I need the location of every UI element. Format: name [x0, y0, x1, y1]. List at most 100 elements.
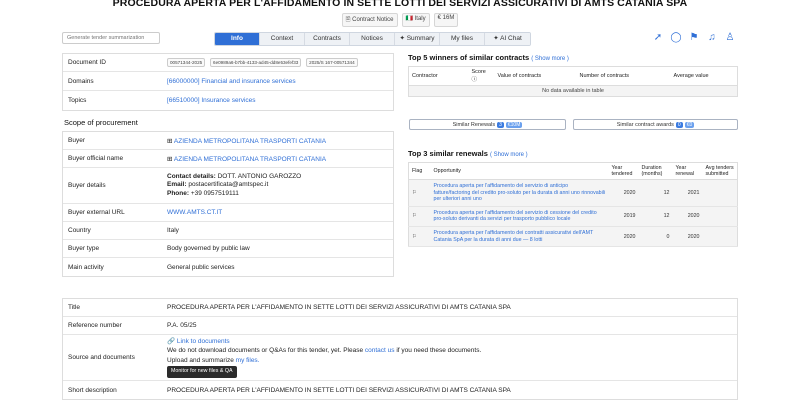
domains-link[interactable]: [66000000] Financial and insurance servi… — [167, 78, 296, 85]
table-row: ⚐ Procedura aperta per l'affidamento dei… — [408, 226, 738, 248]
short-desc-value: PROCEDURA APERTA PER L'AFFIDAMENTO IN SE… — [167, 386, 511, 394]
column-header[interactable]: Year renewal — [672, 162, 703, 180]
summarization-input[interactable] — [62, 32, 160, 44]
buyer-details-label: Buyer details — [68, 182, 106, 189]
buyer-type-value: Body governed by public law — [167, 245, 250, 252]
country-row: Country Italy — [63, 222, 393, 240]
building-icon: ⊞ — [167, 137, 173, 145]
reference-value: P.A. 05/25 — [167, 322, 197, 329]
document-id-row: Document ID 00571344-2025 6e0989a6-b7bb-… — [63, 54, 393, 72]
comment-icon[interactable]: ◯ — [670, 32, 682, 43]
opportunity-link[interactable]: Procedura aperta per l'affidamento del s… — [430, 206, 609, 228]
phone-label: Phone: — [167, 189, 190, 197]
country-label: Country — [68, 227, 91, 234]
renewals-header-row: Flag Opportunity Year tendered Duration … — [408, 162, 738, 180]
tab-ai-chat[interactable]: ✦ AI Chat — [485, 33, 530, 45]
main-activity-label: Main activity — [68, 263, 104, 271]
tab-context[interactable]: Context — [260, 33, 305, 45]
column-header[interactable]: Avg tenders submitted — [702, 162, 738, 180]
source-row: Source and documents 🔗 Link to documents… — [63, 335, 737, 381]
action-toolbar: ➚ ◯ ⚑ ♫ ♙ — [652, 32, 736, 43]
tab-info[interactable]: Info — [215, 33, 260, 45]
year-tendered: 2019 — [608, 206, 639, 228]
notice-type-badge: 🗎 Contract Notice — [341, 13, 398, 27]
my-files-link[interactable]: my files. — [236, 357, 260, 364]
opportunity-link[interactable]: Procedura aperta per l'affidamento dei c… — [430, 226, 609, 248]
column-header[interactable]: Average value — [670, 66, 738, 86]
tab-contracts[interactable]: Contracts — [305, 33, 350, 45]
buyer-label: Buyer — [68, 137, 85, 144]
topics-link[interactable]: [66510000] Insurance services — [167, 97, 256, 104]
duration-months: 12 — [638, 206, 673, 228]
flag-icon[interactable]: ⚑ — [688, 32, 700, 43]
no-download-text: We do not download documents or Q&As for… — [167, 347, 364, 355]
column-header[interactable]: Number of contracts — [576, 66, 671, 86]
duration-months: 0 — [638, 226, 673, 248]
column-header[interactable]: Duration (months) — [638, 162, 673, 180]
sparkle-icon: ✦ — [399, 35, 405, 42]
buyer-details-row: Buyer details Contact details: DOTT. ANT… — [63, 168, 393, 204]
buyer-official-row: Buyer official name ⊞ AZIENDA METROPOLIT… — [63, 150, 393, 168]
column-header[interactable]: Value of contracts — [494, 66, 577, 86]
info-table: Document ID 00571344-2025 6e0989a6-b7bb-… — [62, 53, 394, 111]
flag-icon[interactable]: ⚐ — [408, 206, 431, 228]
avg-tenders — [702, 206, 738, 228]
tab-summary-label: Summary — [406, 35, 435, 42]
reference-row: Reference number P.A. 05/25 — [63, 317, 737, 335]
similar-renewals-count: 3 — [497, 121, 504, 128]
column-header[interactable]: Year tendered — [608, 162, 639, 180]
similar-renewals-button[interactable]: Similar Renewals 3 €10M — [409, 119, 566, 130]
similar-awards-label: Similar contract awards — [616, 121, 674, 128]
phone-value: +39 0957519111 — [190, 189, 239, 197]
column-header[interactable]: Contractor — [408, 66, 469, 86]
buyer-type-label: Buyer type — [68, 245, 100, 252]
contact-us-link[interactable]: contact us — [365, 347, 395, 354]
flag-icon[interactable]: ⚐ — [408, 179, 431, 207]
main-activity-value: General public services — [167, 263, 235, 271]
main-activity-row: Main activity General public services — [63, 258, 393, 276]
bell-icon[interactable]: ♫ — [706, 32, 718, 43]
column-header[interactable]: Flag — [408, 162, 431, 180]
buyer-official-link[interactable]: AZIENDA METROPOLITANA TRASPORTI CATANIA — [174, 156, 326, 163]
tab-notices[interactable]: Notices — [350, 33, 395, 45]
source-label: Source and documents — [68, 354, 135, 361]
similar-renewals-value: €10M — [505, 121, 523, 128]
email-value[interactable]: postacertificata@amtspec.it — [188, 181, 268, 188]
winners-show-more[interactable]: ( Show more ) — [531, 56, 569, 62]
email-label: Email: — [167, 181, 187, 189]
winners-title: Top 5 winners of similar contracts ( Sho… — [408, 53, 569, 62]
column-header[interactable]: Score ⓘ — [468, 66, 495, 86]
title-row: Title PROCEDURA APERTA PER L'AFFIDAMENTO… — [63, 299, 737, 317]
add-user-icon[interactable]: ♙ — [724, 32, 736, 43]
contact-label: Contact details: — [167, 172, 216, 180]
opportunity-link[interactable]: Procedura aperta per l'affidamento del s… — [430, 179, 609, 207]
info-icon: ⓘ — [471, 77, 478, 83]
sparkle-icon: ✦ — [493, 35, 499, 42]
external-url-row: Buyer external URL WWW.AMTS.CT.IT — [63, 204, 393, 222]
flag-icon[interactable]: ⚐ — [408, 226, 431, 248]
share-icon[interactable]: ➚ — [652, 32, 664, 43]
year-renewal: 2020 — [672, 226, 703, 248]
avg-tenders — [702, 226, 738, 248]
external-url-link[interactable]: WWW.AMTS.CT.IT — [167, 209, 222, 216]
similar-awards-button[interactable]: Similar contract awards 0 €0 — [573, 119, 738, 130]
tab-my-files[interactable]: My files — [440, 33, 485, 45]
title-label: Title — [68, 304, 81, 311]
tab-ai-chat-label: AI Chat — [500, 35, 522, 42]
document-id-chip[interactable]: 2025/S 167-00571344 — [306, 58, 358, 67]
buyer-row: Buyer ⊞ AZIENDA METROPOLITANA TRASPORTI … — [63, 132, 393, 150]
tab-summary[interactable]: ✦ Summary — [395, 33, 440, 45]
buyer-link[interactable]: AZIENDA METROPOLITANA TRASPORTI CATANIA — [174, 138, 326, 145]
document-id-chip[interactable]: 00571344-2025 — [167, 58, 206, 67]
link-to-documents[interactable]: Link to documents — [177, 338, 230, 345]
scope-table: Buyer ⊞ AZIENDA METROPOLITANA TRASPORTI … — [62, 131, 394, 277]
short-desc-label: Short description — [68, 386, 117, 394]
monitor-files-button[interactable]: Monitor for new files & QA — [167, 366, 237, 378]
renewals-table: Flag Opportunity Year tendered Duration … — [408, 162, 738, 248]
renewals-show-more[interactable]: ( Show more ) — [490, 152, 528, 158]
year-renewal: 2020 — [672, 206, 703, 228]
winners-table: Contractor Score ⓘ Value of contracts Num… — [408, 66, 738, 97]
column-header[interactable]: Opportunity — [430, 162, 609, 180]
winners-title-text: Top 5 winners of similar contracts — [408, 53, 530, 62]
document-id-chip[interactable]: 6e0989a6-b7bb-4133-ad45-dd8e53efef33 — [210, 58, 302, 67]
